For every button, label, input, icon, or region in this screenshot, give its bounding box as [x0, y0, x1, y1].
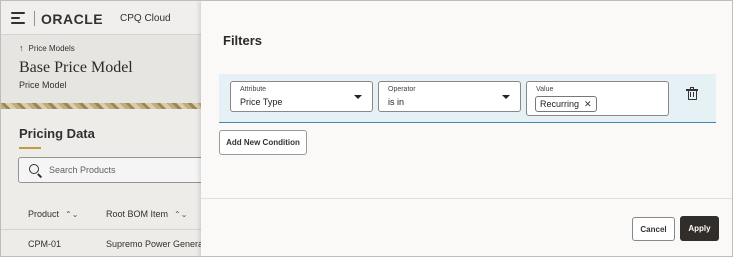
attribute-select[interactable]: Attribute Price Type: [230, 81, 373, 112]
chevron-down-icon: [354, 95, 362, 99]
operator-select[interactable]: Operator is in: [378, 81, 521, 112]
filter-condition-row: Attribute Price Type Operator is in Valu…: [219, 74, 716, 123]
attribute-label: Attribute: [240, 86, 267, 93]
apply-button[interactable]: Apply: [680, 216, 719, 241]
overlay-scrim[interactable]: [1, 1, 201, 256]
filters-drawer: Filters Attribute Price Type Operator is…: [201, 1, 732, 256]
value-chip: Recurring ✕: [535, 96, 597, 112]
trash-icon[interactable]: [686, 87, 698, 101]
cancel-button[interactable]: Cancel: [632, 217, 675, 241]
operator-label: Operator: [388, 86, 416, 93]
close-icon[interactable]: ✕: [584, 99, 592, 110]
value-label: Value: [536, 86, 554, 93]
app-window: ORACLE CPQ Cloud ↑ Price Models Base Pri…: [0, 0, 733, 257]
value-chip-label: Recurring: [540, 99, 580, 109]
operator-value: is in: [388, 97, 405, 107]
attribute-value: Price Type: [240, 97, 283, 107]
chevron-down-icon: [502, 95, 510, 99]
background-page: ORACLE CPQ Cloud ↑ Price Models Base Pri…: [1, 1, 218, 256]
add-new-condition-button[interactable]: Add New Condition: [219, 130, 307, 155]
drawer-title: Filters: [223, 33, 263, 48]
footer-divider: [201, 198, 732, 199]
value-input[interactable]: Value Recurring ✕: [526, 81, 669, 116]
